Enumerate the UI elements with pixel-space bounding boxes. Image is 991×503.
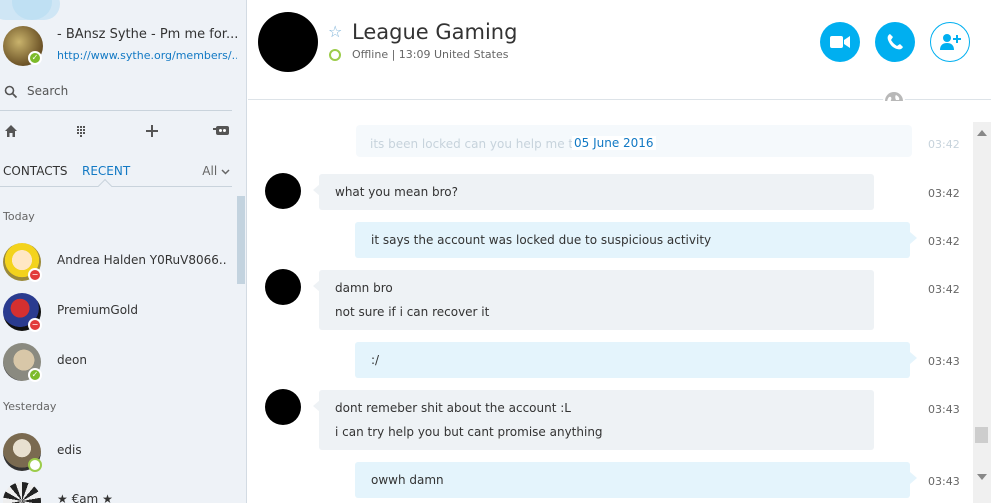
message-text: i can try help you but cant promise anyt… [335, 425, 603, 439]
message-time: 03:42 [928, 283, 960, 296]
contact-name: PremiumGold [57, 303, 138, 317]
contact-item[interactable]: ★ €am ★ [0, 478, 232, 503]
date-divider: 05 June 2016 [572, 136, 656, 150]
message-text: damn bro [335, 281, 393, 295]
message-text: what you mean bro? [335, 185, 458, 199]
message-text: :/ [371, 353, 380, 367]
message-text: dont remeber shit about the account :L [335, 401, 571, 415]
home-icon[interactable] [0, 120, 22, 142]
add-participant-button[interactable] [930, 22, 970, 62]
skype-window: ✓ - BAnsz Sythe - Pm me for... http://ww… [0, 0, 991, 503]
star-icon[interactable]: ☆ [328, 22, 342, 41]
dialpad-icon[interactable] [70, 120, 92, 142]
scroll-down-arrow-icon[interactable] [977, 474, 987, 480]
message-time: 03:42 [928, 187, 960, 200]
contact-name: Andrea Halden Y0RuV8066... [57, 253, 227, 267]
search-input[interactable]: Search [27, 84, 68, 98]
sender-avatar[interactable] [265, 269, 301, 305]
chevron-down-icon [221, 169, 230, 175]
message-time: 03:42 [928, 138, 960, 151]
message-list: its been locked can you help me to 03:42… [248, 101, 973, 503]
scrollbar-thumb[interactable] [975, 427, 988, 443]
presence-status: Offline [352, 48, 389, 61]
contact-name: edis [57, 443, 82, 457]
message-bubble-incoming[interactable]: dont remeber shit about the account :L i… [313, 390, 874, 450]
message-bubble-incoming[interactable]: damn bro not sure if i can recover it [313, 270, 874, 330]
phone-icon [887, 34, 903, 50]
conversation-avatar[interactable] [258, 12, 318, 72]
message-bubble-outgoing[interactable]: owwh damn [355, 462, 917, 498]
group-label-yesterday: Yesterday [3, 400, 57, 413]
group-label-today: Today [3, 210, 35, 223]
my-avatar[interactable]: ✓ [3, 26, 43, 66]
video-camera-icon [830, 36, 850, 48]
message-text: owwh damn [371, 473, 444, 487]
message-text: not sure if i can recover it [335, 305, 490, 319]
contact-item[interactable]: − Andrea Halden Y0RuV8066... [0, 239, 232, 285]
contact-tabs: CONTACTS RECENT All [0, 164, 246, 186]
my-display-name[interactable]: - BAnsz Sythe - Pm me for... [57, 27, 237, 42]
search-box[interactable]: Search [0, 80, 232, 104]
sidebar-scrollbar[interactable] [237, 196, 245, 284]
contact-item[interactable]: ✓ deon [0, 339, 232, 385]
sender-avatar[interactable] [265, 389, 301, 425]
filter-dropdown[interactable]: All [202, 164, 230, 178]
online-status-icon: ✓ [28, 368, 42, 382]
filter-label: All [202, 164, 218, 178]
my-mood-message[interactable]: http://www.sythe.org/members/... [57, 49, 237, 62]
offline-status-icon [28, 458, 42, 472]
contact-item[interactable]: − PremiumGold [0, 289, 232, 335]
online-status-icon: ✓ [28, 51, 42, 65]
scroll-up-arrow-icon[interactable] [977, 130, 987, 136]
video-call-button[interactable] [820, 22, 860, 62]
sidebar: ✓ - BAnsz Sythe - Pm me for... http://ww… [0, 0, 247, 503]
busy-status-icon: − [28, 268, 42, 282]
local-time: 13:09 United States [398, 48, 509, 61]
message-time: 03:43 [928, 355, 960, 368]
conversation-title[interactable]: League Gaming [352, 20, 517, 44]
avatar [3, 482, 41, 503]
separator: | [391, 48, 399, 61]
add-person-icon [940, 34, 961, 50]
add-icon[interactable] [141, 120, 163, 142]
offline-status-icon [329, 49, 341, 61]
tab-contacts[interactable]: CONTACTS [3, 164, 68, 178]
sender-avatar[interactable] [265, 173, 301, 209]
message-bubble-incoming[interactable]: what you mean bro? [313, 174, 874, 210]
bot-icon[interactable] [211, 120, 233, 142]
sidebar-toolbar [0, 120, 246, 146]
contact-item[interactable]: edis [0, 429, 232, 475]
contact-name: ★ €am ★ [57, 492, 113, 503]
divider [0, 186, 232, 187]
message-time: 03:42 [928, 235, 960, 248]
audio-call-button[interactable] [875, 22, 915, 62]
message-bubble-outgoing[interactable]: :/ [355, 342, 917, 378]
message-time: 03:43 [928, 403, 960, 416]
contact-name: deon [57, 353, 87, 367]
divider [0, 110, 232, 111]
busy-status-icon: − [28, 318, 42, 332]
search-icon [4, 85, 18, 99]
message-time: 03:43 [928, 475, 960, 488]
tab-recent[interactable]: RECENT [82, 164, 130, 178]
conversation-header: ☆ League Gaming Offline | 13:09 United S… [248, 0, 991, 112]
message-bubble-outgoing[interactable]: it says the account was locked due to su… [355, 222, 917, 258]
previous-message-text: its been locked can you help me to [370, 137, 581, 151]
message-text: it says the account was locked due to su… [371, 233, 712, 247]
message-scrollbar[interactable] [973, 122, 991, 503]
conversation-status-line: Offline | 13:09 United States [352, 48, 508, 61]
